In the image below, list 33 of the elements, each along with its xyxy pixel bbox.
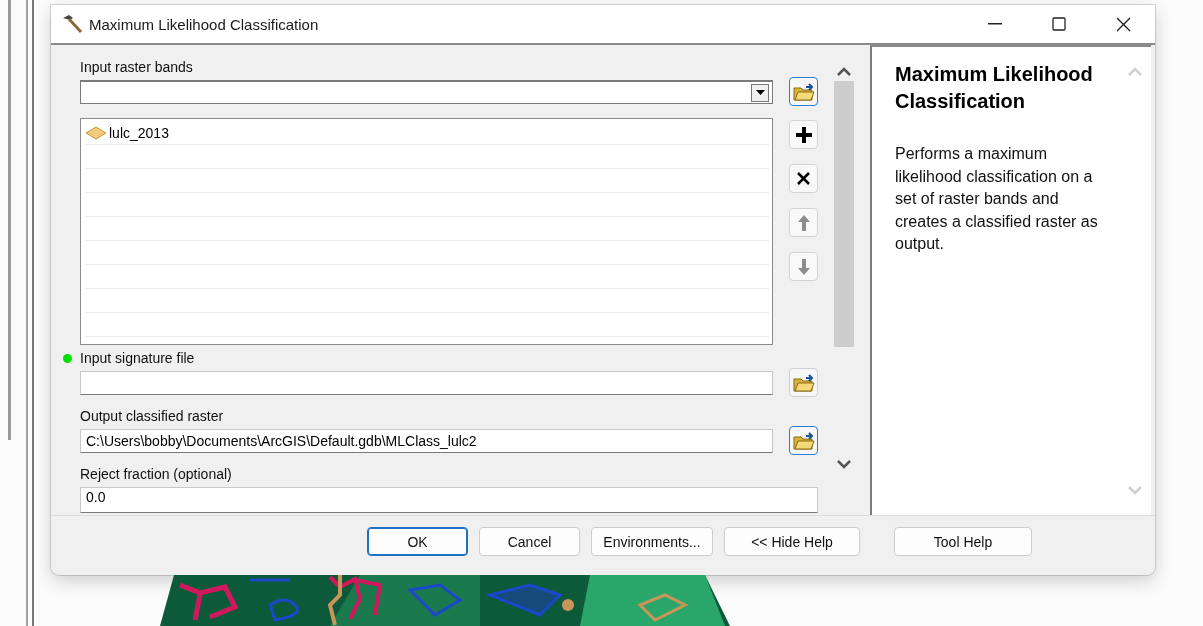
chevron-up-icon[interactable] (836, 67, 852, 77)
list-tool-button[interactable] (789, 120, 818, 149)
folder-icon (792, 81, 815, 102)
list-tool-button[interactable] (789, 164, 818, 193)
dialog-button[interactable]: << Hide Help (724, 527, 860, 556)
parameter-label: Input signature file (63, 349, 195, 367)
list-item[interactable]: lulc_2013 (109, 124, 169, 141)
help-title: Maximum Likelihood Classification (895, 62, 1094, 114)
path-field[interactable]: C:\Users\bobby\Documents\ArcGIS\Default.gdb\MLClass_lulc2 (80, 429, 774, 453)
scrollbar-thumb[interactable] (834, 81, 854, 347)
plus-icon (794, 125, 813, 144)
path-field[interactable] (80, 371, 774, 395)
raster-combo-field[interactable] (80, 80, 774, 104)
maximize-icon[interactable] (1052, 17, 1066, 31)
browse-button[interactable] (789, 426, 818, 455)
close-icon (797, 172, 810, 185)
folder-icon (792, 430, 815, 451)
dialog-button[interactable]: OK (367, 527, 468, 556)
chevron-down-icon[interactable] (836, 459, 852, 469)
raster-layer-icon (85, 125, 107, 140)
close-icon[interactable] (1115, 16, 1131, 32)
dialog-button[interactable]: Tool Help (894, 527, 1032, 556)
window-title: Maximum Likelihood Classification (89, 15, 320, 33)
arrow-down-icon (796, 257, 811, 276)
minimize-icon[interactable] (988, 23, 1002, 25)
help-description: Performs a maximum likelihood classification on a set of raster bands and creates a classified raster as output. (895, 144, 1099, 254)
hammer-icon (61, 14, 83, 34)
dialog-button[interactable]: Cancel (479, 527, 580, 556)
folder-icon (792, 372, 815, 393)
dialog-button[interactable]: Environments... (591, 527, 713, 556)
fraction-dropdown[interactable]: 0.0 (80, 487, 818, 513)
browse-button[interactable] (789, 77, 818, 106)
arrow-up-icon (796, 213, 811, 232)
